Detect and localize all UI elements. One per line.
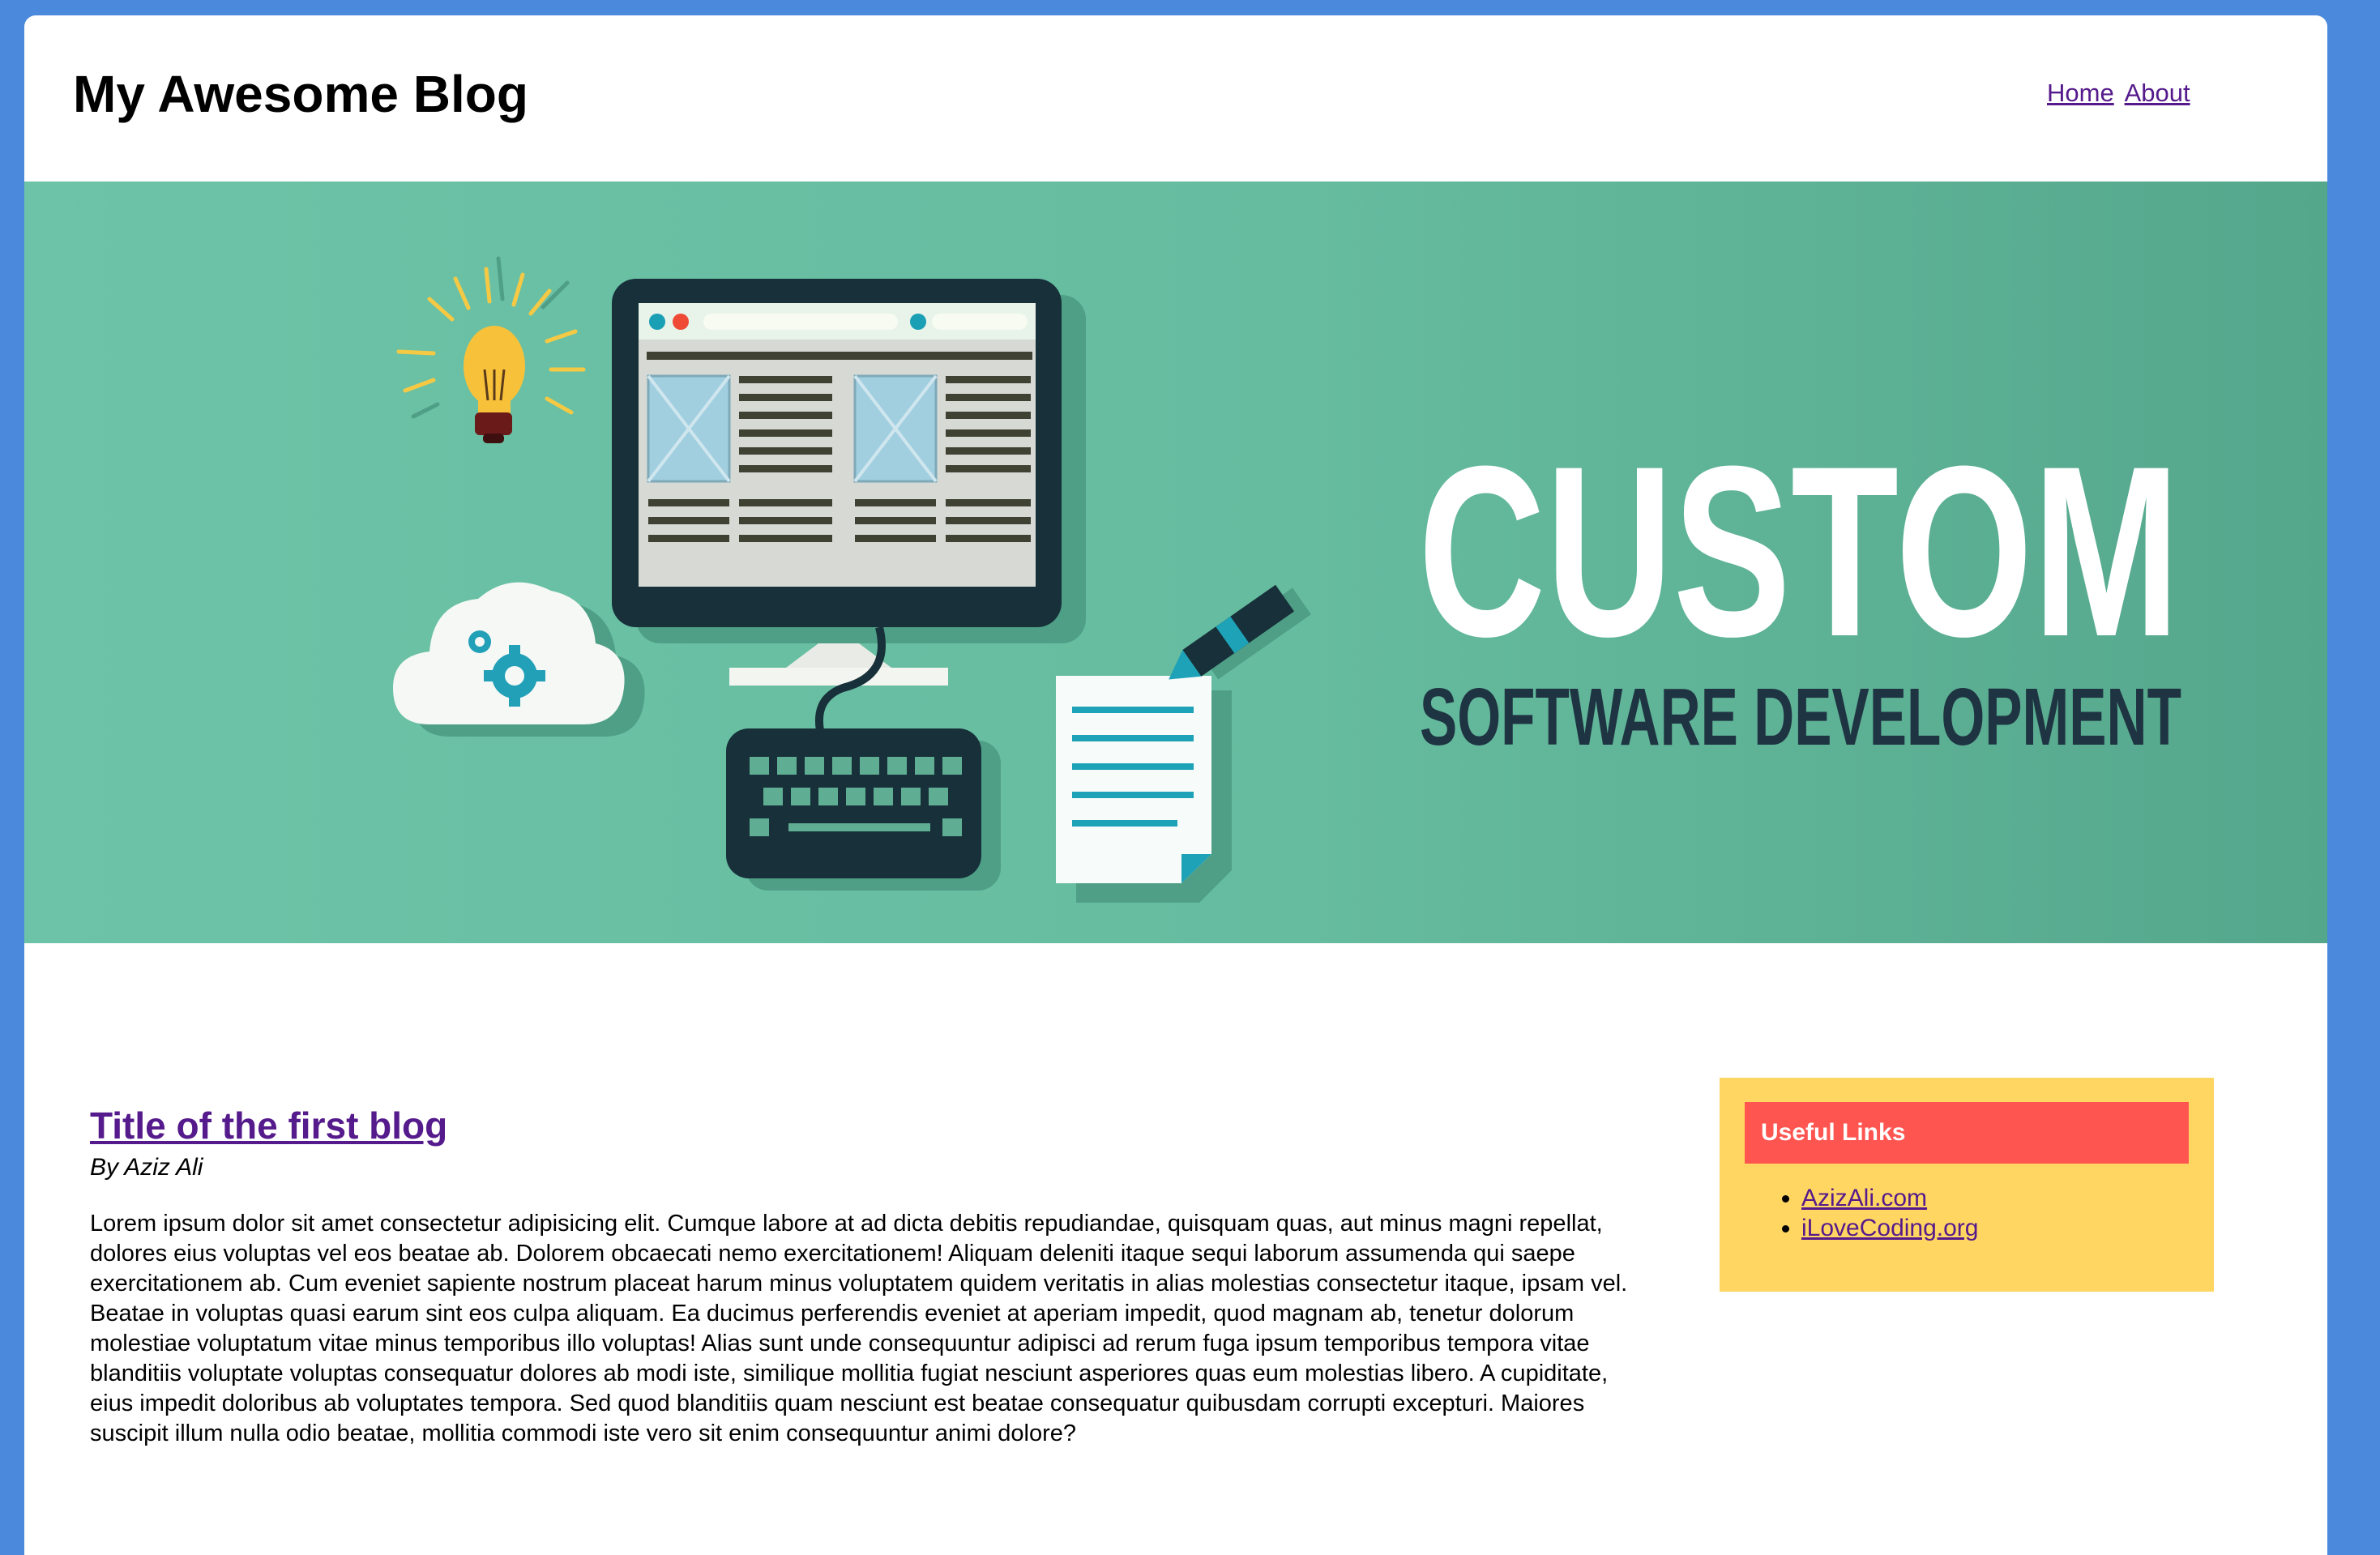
post-body: Lorem ipsum dolor sit amet consectetur a… — [90, 1211, 1628, 1446]
lightbulb-icon — [396, 256, 586, 443]
nav-link-about[interactable]: About — [2125, 79, 2190, 107]
nav-link-home[interactable]: Home — [2047, 79, 2114, 107]
post-title-link[interactable]: Title of the first blog — [90, 1104, 447, 1147]
main-nav: Home About — [2047, 79, 2195, 108]
site-header: My Awesome Blog Home About — [24, 15, 2327, 182]
list-item: iLoveCoding.org — [1801, 1213, 1978, 1243]
sidebar-heading: Useful Links — [1745, 1102, 2189, 1164]
sidebar-link-list: AzizAli.com iLoveCoding.org — [1745, 1183, 1978, 1243]
site-title: My Awesome Blog — [73, 65, 528, 123]
link-ilovecoding[interactable]: iLoveCoding.org — [1801, 1215, 1978, 1241]
link-azizali[interactable]: AzizAli.com — [1801, 1185, 1927, 1211]
cloud-gear-icon — [393, 582, 645, 737]
post-author: By Aziz Ali — [90, 1154, 203, 1181]
monitor-icon — [612, 279, 1086, 742]
sidebar-useful-links: Useful Links AzizAli.com iLoveCoding.org — [1720, 1078, 2214, 1292]
list-item: AzizAli.com — [1801, 1183, 1978, 1213]
hero-banner: CUSTOM SOFTWARE DEVELOPMENT — [24, 182, 2327, 943]
hero-headline: CUSTOM — [1418, 415, 2180, 687]
post-title: Title of the first blog — [90, 1104, 1654, 1147]
blog-post: Title of the first blog By Aziz Ali Lore… — [90, 1104, 1654, 1449]
hero-subheadline: SOFTWARE DEVELOPMENT — [1420, 672, 2181, 763]
page-container: My Awesome Blog Home About CUSTOM SOFTWA… — [24, 15, 2327, 1555]
hero-illustration: CUSTOM SOFTWARE DEVELOPMENT — [393, 256, 2181, 903]
keyboard-icon — [726, 728, 1001, 891]
document-pen-icon — [1056, 584, 1311, 903]
